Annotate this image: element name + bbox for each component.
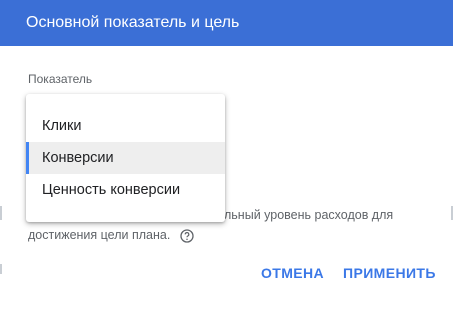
metric-field-label: Показатель bbox=[28, 72, 93, 86]
option-conversions[interactable]: Конверсии bbox=[26, 142, 225, 174]
metric-dropdown-menu: Клики Конверсии Ценность конверсии bbox=[26, 94, 225, 222]
dialog-header: Основной показатель и цель bbox=[0, 0, 453, 46]
apply-button[interactable]: ПРИМЕНИТЬ bbox=[343, 265, 436, 281]
cancel-button[interactable]: ОТМЕНА bbox=[261, 265, 324, 281]
left-edge-mark-lower bbox=[0, 264, 2, 274]
primary-metric-dialog: Основной показатель и цель Показатель ль… bbox=[0, 0, 453, 310]
description-line-2-text: достижения цели плана. bbox=[28, 228, 171, 242]
option-conversion-value[interactable]: Ценность конверсии bbox=[26, 174, 225, 206]
question-circle-icon[interactable] bbox=[180, 229, 194, 243]
option-clicks[interactable]: Клики bbox=[26, 110, 225, 142]
left-edge-mark-upper bbox=[0, 206, 2, 220]
description-line-2: достижения цели плана. bbox=[28, 225, 423, 245]
dialog-title: Основной показатель и цель bbox=[26, 14, 240, 31]
